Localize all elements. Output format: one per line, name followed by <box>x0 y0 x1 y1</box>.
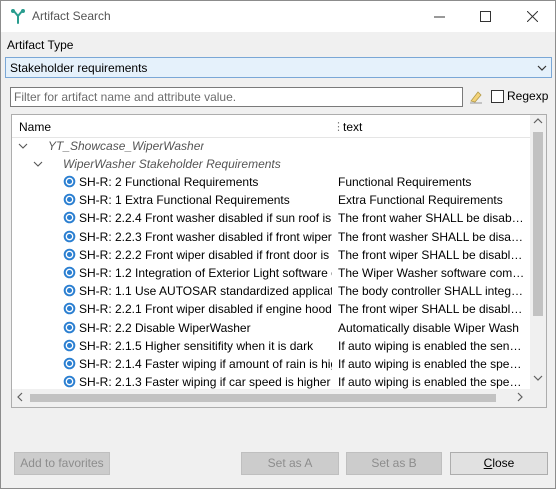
requirement-name: SH-R: 2.1.3 Faster wiping if car speed i… <box>79 375 331 390</box>
column-header-text[interactable]: text <box>343 120 362 134</box>
requirement-name: SH-R: 1.1 Use AUTOSAR standardized appli… <box>79 284 332 299</box>
table-row[interactable]: SH-R: 1.1 Use AUTOSAR standardized appli… <box>12 282 530 300</box>
requirement-text: The front wiper SHALL be disabled... <box>338 247 526 262</box>
close-label: lose <box>492 456 515 470</box>
requirement-text: The front washer SHALL be disable... <box>338 229 526 244</box>
tree-root-row[interactable]: YT_Showcase_WiperWasher <box>12 137 530 155</box>
title-bar: Artifact Search <box>1 1 555 32</box>
artifact-search-dialog: Artifact Search Artifact Type Stakeholde… <box>0 0 556 489</box>
requirement-text: If auto wiping is enabled the sensit... <box>338 338 526 353</box>
requirement-name: SH-R: 2 Functional Requirements <box>79 175 259 189</box>
vertical-scrollbar[interactable] <box>530 115 546 389</box>
requirement-icon <box>63 212 76 224</box>
requirement-name: SH-R: 2.1.5 Higher sensitifity when it i… <box>79 338 314 353</box>
requirement-name: SH-R: 2.2.3 Front washer disabled if fro… <box>79 229 332 244</box>
close-button[interactable]: Close <box>450 452 548 475</box>
chevron-down-icon <box>537 59 547 80</box>
requirement-name: SH-R: 1 Extra Functional Requirements <box>79 193 290 208</box>
table-row[interactable]: SH-R: 2.2.4 Front washer disabled if sun… <box>12 209 530 227</box>
requirement-icon <box>63 230 76 242</box>
table-row[interactable]: SH-R: 2.2.3 Front washer disabled if fro… <box>12 228 530 246</box>
tree-group-row[interactable]: WiperWasher Stakeholder Requirements <box>12 155 530 173</box>
scroll-corner <box>530 389 546 407</box>
tree-group-label: WiperWasher Stakeholder Requirements <box>63 157 281 171</box>
requirement-text: Extra Functional Requirements <box>338 193 503 208</box>
add-to-favorites-button[interactable]: Add to favorites <box>14 452 110 475</box>
requirement-text: If auto wiping is enabled the spee... <box>338 357 526 371</box>
requirement-icon <box>63 339 76 352</box>
requirement-icon <box>63 321 76 333</box>
window-title: Artifact Search <box>32 9 111 23</box>
requirement-name: SH-R: 2.1.4 Faster wiping if amount of r… <box>79 357 332 371</box>
scroll-up-icon[interactable] <box>530 116 546 129</box>
requirement-icon <box>63 248 76 261</box>
scroll-down-icon[interactable] <box>530 373 546 386</box>
table-row[interactable]: SH-R: 2.2.2 Front wiper disabled if fron… <box>12 246 530 264</box>
app-icon <box>11 9 25 24</box>
requirement-name: SH-R: 1.2 Integration of Exterior Light … <box>79 266 332 280</box>
filter-field[interactable] <box>10 87 463 107</box>
column-header-name[interactable]: Name <box>19 120 51 134</box>
requirement-icon <box>63 303 76 315</box>
minimize-button[interactable] <box>416 1 462 32</box>
requirement-icon <box>63 357 76 370</box>
requirement-icon <box>63 266 76 279</box>
horizontal-scrollbar[interactable] <box>12 389 530 407</box>
requirement-name: SH-R: 2.2.4 Front washer disabled if sun… <box>79 211 332 226</box>
requirement-icon <box>63 375 76 388</box>
table-row[interactable]: SH-R: 2.2 Disable WiperWasher Automatical… <box>12 319 530 337</box>
table-row[interactable]: SH-R: 2.2.1 Front wiper disabled if engi… <box>12 300 530 318</box>
requirement-text: Functional Requirements <box>338 175 472 189</box>
regexp-label[interactable]: Regexp <box>507 89 548 103</box>
artifact-type-label: Artifact Type <box>7 38 74 52</box>
artifact-type-select[interactable]: Stakeholder requirements <box>5 57 552 78</box>
vertical-scroll-thumb[interactable] <box>533 132 543 316</box>
table-row[interactable]: SH-R: 2.1.5 Higher sensitifity when it i… <box>12 337 530 355</box>
requirement-icon <box>63 284 76 297</box>
requirement-name: SH-R: 2.2.1 Front wiper disabled if engi… <box>79 302 332 317</box>
minimize-icon <box>433 16 445 18</box>
table-row[interactable]: SH-R: 1.2 Integration of Exterior Light … <box>12 264 530 282</box>
tree-root-label: YT_Showcase_WiperWasher <box>48 139 205 153</box>
maximize-icon <box>479 11 491 22</box>
artifact-tree-table: Name ⋮ text YT_Showcase_WiperWasher Wipe… <box>11 114 547 408</box>
table-row[interactable]: SH-R: 1 Extra Functional Requirements Ext… <box>12 191 530 209</box>
requirement-name: SH-R: 2.2.2 Front wiper disabled if fron… <box>79 247 332 262</box>
close-window-button[interactable] <box>509 1 555 32</box>
table-row[interactable]: SH-R: 2 Functional Requirements Functiona… <box>12 173 530 191</box>
clear-filter-icon[interactable] <box>468 89 484 105</box>
close-icon <box>526 11 538 22</box>
table-header: Name ⋮ text <box>12 115 530 138</box>
requirement-text: If auto wiping is enabled the spee... <box>338 375 526 390</box>
requirement-text: The body controller SHALL integra... <box>338 284 526 299</box>
requirement-icon <box>63 175 76 188</box>
maximize-button[interactable] <box>462 1 508 32</box>
set-as-b-button[interactable]: Set as B <box>346 452 442 475</box>
requirement-text: The Wiper Washer software comp... <box>338 266 526 280</box>
regexp-checkbox[interactable] <box>491 90 504 103</box>
requirement-icon <box>63 193 76 206</box>
requirement-text: Automatically disable Wiper Wash <box>338 320 519 335</box>
column-separator[interactable]: ⋮ <box>333 120 344 133</box>
requirement-text: The front waher SHALL be disable... <box>338 211 526 226</box>
scroll-right-icon[interactable] <box>512 392 528 405</box>
requirement-text: The front wiper SHALL be disabled... <box>338 302 526 317</box>
horizontal-scroll-thumb[interactable] <box>30 394 496 402</box>
requirement-name: SH-R: 2.2 Disable WiperWasher <box>79 320 251 335</box>
table-row[interactable]: SH-R: 2.1.4 Faster wiping if amount of r… <box>12 355 530 373</box>
set-as-a-button[interactable]: Set as A <box>241 452 339 475</box>
artifact-type-value: Stakeholder requirements <box>10 61 148 75</box>
scroll-left-icon[interactable] <box>12 392 28 405</box>
filter-input[interactable] <box>14 89 454 105</box>
